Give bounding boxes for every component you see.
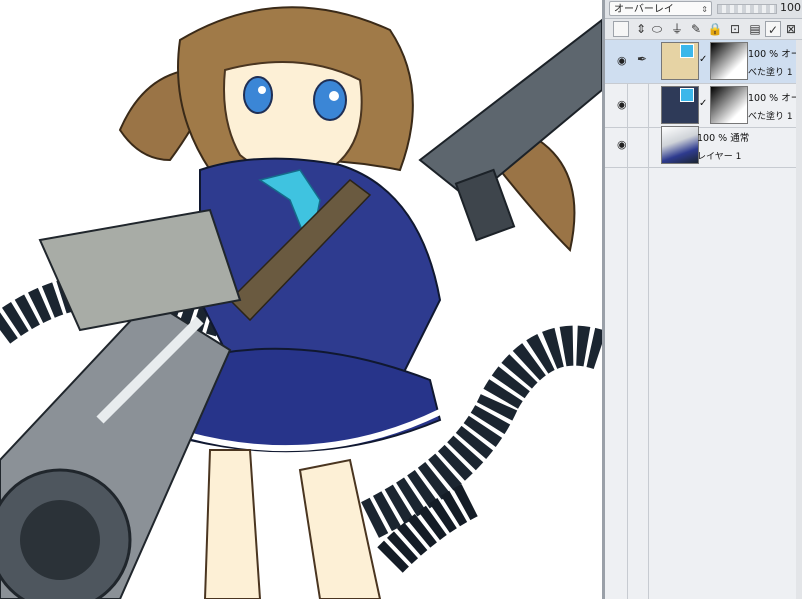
layer-name: レイヤー 1 xyxy=(697,152,742,162)
lock-alpha-icon[interactable]: ⊡ xyxy=(727,21,743,37)
new-layer-icon[interactable] xyxy=(613,21,629,37)
layer-row-1[interactable]: ◉ ✒ ✓ 100 % オー べた塗り 1 の xyxy=(605,40,802,84)
layer-percent-mode: 100 % オー xyxy=(748,93,801,104)
layer-name: べた塗り 1 の xyxy=(748,68,802,78)
eye-icon[interactable]: ◉ xyxy=(617,54,627,67)
mask-icon[interactable]: ⬭ xyxy=(649,21,665,37)
chevron-updown-icon: ⇕ xyxy=(701,5,708,14)
layer-row-2[interactable]: ◉ ✓ 100 % オー べた塗り 1 の xyxy=(605,84,802,128)
layer-row-3[interactable]: ◉ 100 % 通常 レイヤー 1 xyxy=(605,124,802,168)
opacity-value[interactable]: 100 xyxy=(780,1,801,14)
drawing-canvas[interactable] xyxy=(0,0,602,599)
delete-icon[interactable]: ⊠ xyxy=(783,21,799,37)
eye-icon[interactable]: ◉ xyxy=(617,138,627,151)
check-icon[interactable]: ✓ xyxy=(765,21,781,37)
eye-icon[interactable]: ◉ xyxy=(617,98,627,111)
clip-icon[interactable]: ⏚ xyxy=(669,21,685,37)
fill-badge-icon xyxy=(680,88,694,102)
pen-icon: ✒ xyxy=(637,52,648,66)
mask-thumbnail xyxy=(710,42,748,80)
reference-icon[interactable]: ✎ xyxy=(688,21,704,37)
opacity-slider[interactable] xyxy=(717,4,777,14)
lock-icon[interactable]: 🔒 xyxy=(707,21,723,37)
blend-mode-select[interactable]: オーバーレイ ⇕ xyxy=(609,1,712,16)
artwork xyxy=(0,6,602,599)
link-check-icon: ✓ xyxy=(699,98,708,109)
fill-badge-icon xyxy=(680,44,694,58)
blend-mode-label: オーバーレイ xyxy=(614,4,674,15)
layer-thumbnail xyxy=(661,126,699,164)
layer-toolbar: ⇕ ⬭ ⏚ ✎ 🔒 ⊡ ▤ ✓ ⊠ xyxy=(605,19,802,40)
layer-property-bar: オーバーレイ ⇕ 100 xyxy=(605,0,802,19)
mask-thumbnail xyxy=(710,86,748,124)
link-check-icon: ✓ xyxy=(699,54,708,65)
paper-icon[interactable]: ▤ xyxy=(747,21,763,37)
layer-panel: オーバーレイ ⇕ 100 ⇕ ⬭ ⏚ ✎ 🔒 ⊡ ▤ ✓ ⊠ ◉ ✒ ✓ 100… xyxy=(605,0,802,599)
layer-name: べた塗り 1 の xyxy=(748,112,802,122)
arrows-icon[interactable]: ⇕ xyxy=(633,21,649,37)
layer-percent-mode: 100 % 通常 xyxy=(697,133,750,144)
layer-panel-scrollbar[interactable] xyxy=(796,40,802,599)
layer-percent-mode: 100 % オー xyxy=(748,49,801,60)
